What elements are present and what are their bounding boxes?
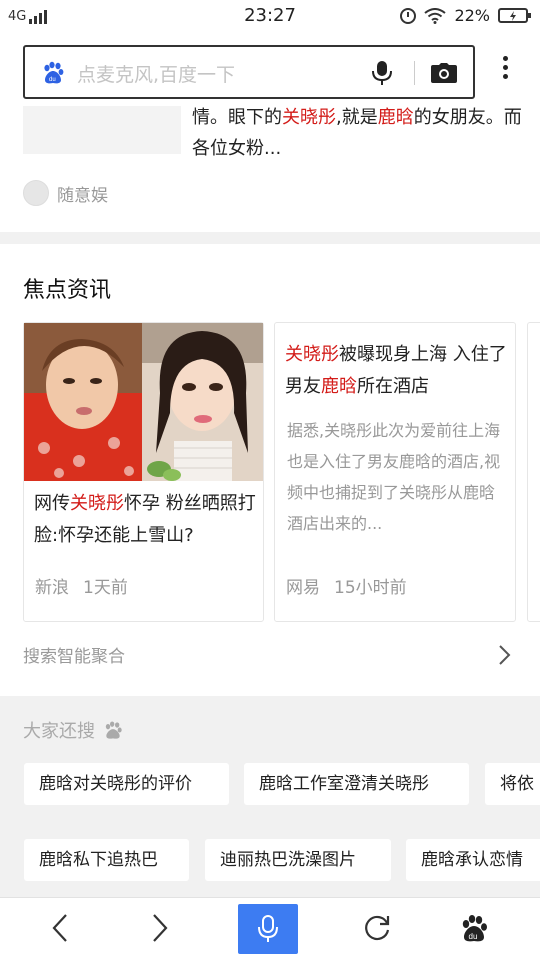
battery-percent: 22% — [454, 6, 490, 25]
alarm-icon — [400, 7, 417, 24]
related-chip[interactable]: 鹿晗对关晓彤的评价 — [24, 763, 229, 805]
search-input[interactable]: du 点麦克风,百度一下 — [23, 45, 475, 99]
news-meta: 网易 15小时前 — [286, 573, 407, 598]
related-chip[interactable]: 鹿晗承认恋情 — [406, 839, 540, 881]
refresh-icon[interactable] — [362, 912, 392, 944]
search-header: du 点麦克风,百度一下 — [0, 34, 540, 106]
baidu-paw-icon — [105, 721, 122, 739]
news-source: 新浪 — [35, 578, 69, 598]
baidu-paw-icon: du — [44, 61, 64, 84]
camera-icon[interactable] — [431, 63, 457, 83]
result-thumbnail — [23, 106, 181, 154]
result-snippet: 情。眼下的关晓彤,就是鹿晗的女朋友。而各位女粉... — [192, 107, 522, 159]
source-name: 随意娱 — [57, 185, 108, 206]
status-icons: 22% — [400, 6, 531, 25]
back-arrow-icon[interactable] — [45, 912, 75, 944]
forward-arrow-icon[interactable] — [145, 912, 175, 944]
related-searches: 大家还搜 鹿晗对关晓彤的评价 鹿晗工作室澄清关晓彤 将依 鹿晗私下追热巴 迪丽热… — [0, 697, 540, 897]
news-time: 1天前 — [83, 578, 128, 598]
chevron-right-icon[interactable] — [497, 644, 511, 666]
microphone-icon — [258, 915, 278, 942]
related-chip[interactable]: 迪丽热巴洗澡图片 — [205, 839, 391, 881]
baidu-paw-icon[interactable]: du — [459, 912, 489, 944]
aggregate-link[interactable]: 搜索智能聚合 — [23, 642, 125, 667]
news-meta: 新浪 1天前 — [35, 573, 128, 598]
section-title: 焦点资讯 — [23, 278, 112, 303]
voice-search-button[interactable] — [238, 904, 298, 954]
news-source: 网易 — [286, 578, 320, 598]
svg-text:du: du — [469, 932, 478, 941]
search-placeholder: 点麦克风,百度一下 — [77, 64, 236, 86]
focus-news-section: 焦点资讯 网传关晓彤怀孕 粉丝晒照打脸:怀孕还能上雪山? 新浪 1天前 关晓彤被… — [0, 244, 540, 696]
related-chip[interactable]: 鹿晗私下追热巴 — [24, 839, 189, 881]
news-image — [24, 323, 263, 481]
news-card[interactable]: 网传关晓彤怀孕 粉丝晒照打脸:怀孕还能上雪山? 新浪 1天前 — [23, 322, 264, 622]
search-divider — [414, 61, 415, 85]
microphone-icon[interactable] — [371, 60, 393, 86]
news-card-partial[interactable] — [527, 322, 540, 622]
related-title: 大家还搜 — [23, 717, 123, 743]
more-vertical-icon[interactable] — [497, 56, 513, 86]
result-source: 随意娱 — [23, 180, 108, 206]
source-avatar — [23, 180, 49, 206]
news-description: 据悉,关晓彤此次为爱前往上海也是入住了男友鹿晗的酒店,视频中也捕捉到了关晓彤从鹿… — [287, 421, 501, 533]
news-time: 15小时前 — [334, 578, 407, 598]
wifi-icon — [424, 7, 447, 24]
previous-result-card[interactable]: 情。眼下的关晓彤,就是鹿晗的女朋友。而各位女粉... 随意娱 — [0, 106, 540, 232]
news-title: 网传关晓彤怀孕 粉丝晒照打脸:怀孕还能上雪山? — [34, 493, 256, 546]
news-card[interactable]: 关晓彤被曝现身上海 入住了男友鹿晗所在酒店 据悉,关晓彤此次为爱前往上海也是入住… — [274, 322, 516, 622]
bottom-nav: du — [0, 897, 540, 960]
related-chip[interactable]: 将依 — [485, 763, 540, 805]
status-bar: 4G 23:27 22% — [0, 0, 540, 34]
svg-text:du: du — [49, 77, 56, 83]
news-title: 关晓彤被曝现身上海 入住了男友鹿晗所在酒店 — [285, 344, 507, 397]
battery-icon — [498, 8, 531, 23]
related-chip[interactable]: 鹿晗工作室澄清关晓彤 — [244, 763, 469, 805]
